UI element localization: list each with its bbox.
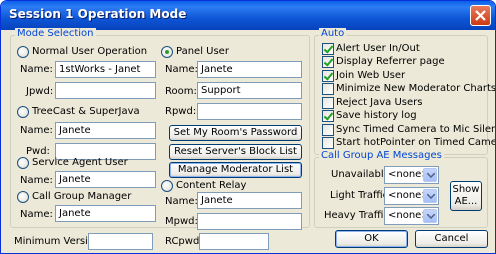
jpwd-field[interactable]	[55, 82, 156, 99]
call-group-messages-title: Call Group AE Messages	[319, 150, 444, 161]
close-icon	[475, 10, 486, 21]
sync-camera-checkbox[interactable]	[322, 124, 334, 136]
service-agent-label: Service Agent User	[32, 157, 128, 168]
content-relay-name-field[interactable]: Janete	[197, 192, 302, 209]
reset-block-list-button[interactable]: Reset Server's Block List	[169, 144, 302, 160]
show-ae-label-line2: AE...	[454, 196, 478, 207]
auto-title: Auto	[319, 28, 347, 39]
service-agent-name-field[interactable]: Janete	[55, 171, 156, 188]
rpwd-label: Rpwd:	[165, 106, 197, 117]
call-group-name-label: Name:	[20, 209, 53, 220]
display-referrer-label: Display Referrer page	[336, 56, 445, 67]
call-group-label: Call Group Manager	[32, 191, 132, 202]
show-ae-button[interactable]: Show AE...	[450, 181, 482, 211]
service-agent-radio[interactable]	[17, 157, 29, 169]
normal-user-radio[interactable]	[17, 46, 29, 58]
title-bar[interactable]: Session 1 Operation Mode	[1, 1, 495, 30]
normal-user-name-label: Name:	[20, 64, 53, 75]
heavy-traffic-label: Heavy Traffic:	[324, 210, 393, 221]
mpwd-field[interactable]	[197, 213, 302, 230]
rpwd-field[interactable]	[197, 103, 302, 120]
jpwd-label: Jpwd:	[26, 86, 54, 97]
alert-user-checkbox[interactable]	[322, 43, 334, 55]
call-group-radio[interactable]	[17, 191, 29, 203]
rcpwd-label: RCpwd:	[165, 236, 203, 247]
panel-user-name-label: Name:	[165, 64, 198, 75]
start-hotpointer-label: Start hotPointer on Timed Camera	[336, 137, 496, 148]
rcpwd-field[interactable]	[199, 233, 269, 250]
light-traffic-select[interactable]: <none>	[384, 187, 439, 205]
chevron-down-icon[interactable]	[423, 168, 437, 182]
window-title: Session 1 Operation Mode	[9, 7, 187, 21]
content-relay-name-label: Name:	[165, 196, 198, 207]
set-room-password-button[interactable]: Set My Room's Password	[169, 125, 302, 141]
alert-user-label: Alert User In/Out	[336, 43, 420, 54]
light-traffic-label: Light Traffic:	[330, 190, 392, 201]
manage-moderator-list-button[interactable]: Manage Moderator List	[169, 162, 302, 178]
treecast-label: TreeCast & SuperJava	[32, 106, 140, 117]
treecast-name-field[interactable]: Janete	[55, 122, 156, 139]
mode-selection-group: Mode Selection Normal User Operation Nam…	[10, 28, 310, 230]
minimize-moderator-label: Minimize New Moderator Charts	[336, 83, 496, 94]
treecast-name-label: Name:	[20, 125, 53, 136]
minimize-moderator-checkbox[interactable]	[322, 83, 334, 95]
call-group-messages-group: Call Group AE Messages Unavailable: <non…	[314, 150, 488, 228]
chevron-down-icon[interactable]	[423, 209, 437, 223]
reject-java-label: Reject Java Users	[336, 97, 423, 108]
save-history-label: Save history log	[336, 110, 417, 121]
service-agent-name-label: Name:	[20, 175, 53, 186]
room-field[interactable]: Support	[197, 82, 302, 99]
dialog-client: Mode Selection Normal User Operation Nam…	[4, 28, 495, 252]
content-relay-radio[interactable]	[161, 180, 173, 192]
save-history-checkbox[interactable]	[322, 110, 334, 122]
treecast-radio[interactable]	[17, 106, 29, 118]
normal-user-name-field[interactable]: 1stWorks - Janet	[55, 61, 156, 78]
content-relay-label: Content Relay	[176, 180, 247, 191]
panel-user-name-field[interactable]: Janete	[197, 61, 302, 78]
join-web-user-label: Join Web User	[336, 70, 406, 81]
display-referrer-checkbox[interactable]	[322, 56, 334, 68]
heavy-traffic-select[interactable]: <none>	[384, 207, 439, 225]
call-group-name-field[interactable]: Janete	[55, 205, 156, 222]
show-ae-label-line1: Show	[452, 184, 480, 195]
close-button[interactable]	[470, 5, 491, 26]
mode-selection-title: Mode Selection	[15, 28, 96, 39]
min-version-field[interactable]	[88, 233, 153, 250]
normal-user-label: Normal User Operation	[32, 46, 148, 57]
mpwd-label: Mpwd:	[165, 216, 198, 227]
ok-button[interactable]: OK	[335, 230, 408, 248]
room-label: Room:	[165, 86, 197, 97]
unavailable-select[interactable]: <none>	[384, 166, 439, 184]
start-hotpointer-checkbox[interactable]	[322, 137, 334, 149]
panel-user-label: Panel User	[176, 46, 229, 57]
sync-camera-label: Sync Timed Camera to Mic Silence	[336, 124, 496, 135]
auto-group: Auto Alert User In/Out Display Referrer …	[314, 28, 495, 155]
reject-java-checkbox[interactable]	[322, 97, 334, 109]
panel-user-radio[interactable]	[161, 46, 173, 58]
join-web-user-checkbox[interactable]	[322, 70, 334, 82]
cancel-button[interactable]: Cancel	[415, 230, 488, 248]
dialog-window: Session 1 Operation Mode Mode Selection …	[0, 0, 496, 254]
chevron-down-icon[interactable]	[423, 189, 437, 203]
